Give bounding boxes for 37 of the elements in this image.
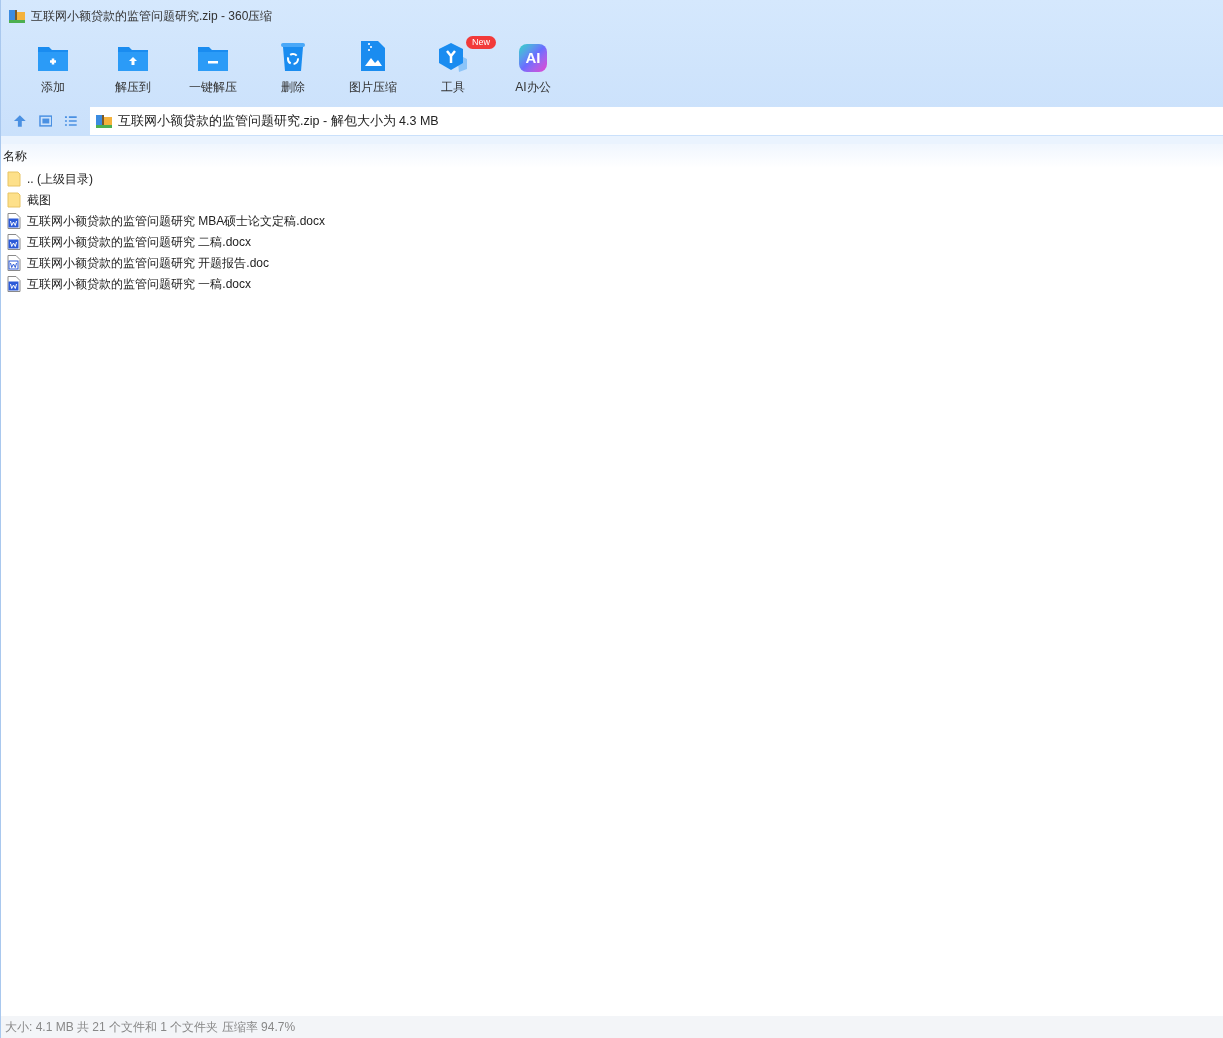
file-row[interactable]: 互联网小额贷款的监管问题研究 二稿.docx	[1, 231, 1223, 252]
file-row[interactable]: 截图	[1, 189, 1223, 210]
archive-path: 互联网小额贷款的监管问题研究.zip - 解包大小为 4.3 MB	[118, 112, 439, 130]
recycle-bin-icon	[280, 42, 306, 72]
word-document-icon	[7, 212, 21, 229]
list-view-icon[interactable]	[64, 115, 78, 127]
toolbar-button[interactable]: 删除	[253, 32, 333, 106]
toolbar-button[interactable]: 一键解压	[173, 32, 253, 106]
toolbar-button[interactable]: 图片压缩	[333, 32, 413, 106]
ai-icon: AI	[519, 44, 547, 72]
file-row[interactable]: 互联网小额贷款的监管问题研究 MBA硕士论文定稿.docx	[1, 210, 1223, 231]
file-row[interactable]: .. (上级目录)	[1, 168, 1223, 189]
new-badge: New	[466, 36, 496, 49]
toolbar-button[interactable]: 添加	[13, 32, 93, 106]
toolbar-button[interactable]: 工具 New	[413, 32, 493, 106]
hexagon-tool-icon	[437, 42, 469, 72]
column-header[interactable]: 名称	[1, 147, 29, 165]
folder-minus-icon	[197, 44, 229, 72]
word-document-icon	[7, 254, 21, 271]
up-arrow-icon[interactable]	[13, 114, 27, 128]
word-document-icon	[7, 275, 21, 292]
folder-plus-icon	[37, 44, 69, 72]
image-file-icon	[360, 40, 386, 72]
status-text: 大小: 4.1 MB 共 21 个文件和 1 个文件夹 压缩率 94.7%	[5, 1019, 296, 1036]
thumbnail-view-icon[interactable]	[38, 115, 53, 127]
folder-icon	[7, 191, 21, 208]
folder-icon	[7, 170, 21, 187]
toolbar-button[interactable]: 解压到	[93, 32, 173, 106]
word-document-icon	[7, 233, 21, 250]
file-row[interactable]: 互联网小额贷款的监管问题研究 开题报告.doc	[1, 252, 1223, 273]
address-bar[interactable]: 互联网小额贷款的监管问题研究.zip - 解包大小为 4.3 MB	[90, 107, 1223, 135]
archive-icon	[9, 9, 25, 23]
folder-upload-icon	[117, 44, 149, 72]
toolbar-button[interactable]: AI AI办公	[493, 32, 573, 106]
archive-icon	[96, 114, 112, 128]
file-row[interactable]: 互联网小额贷款的监管问题研究 一稿.docx	[1, 273, 1223, 294]
window-title: 互联网小额贷款的监管问题研究.zip - 360压缩	[31, 8, 273, 25]
